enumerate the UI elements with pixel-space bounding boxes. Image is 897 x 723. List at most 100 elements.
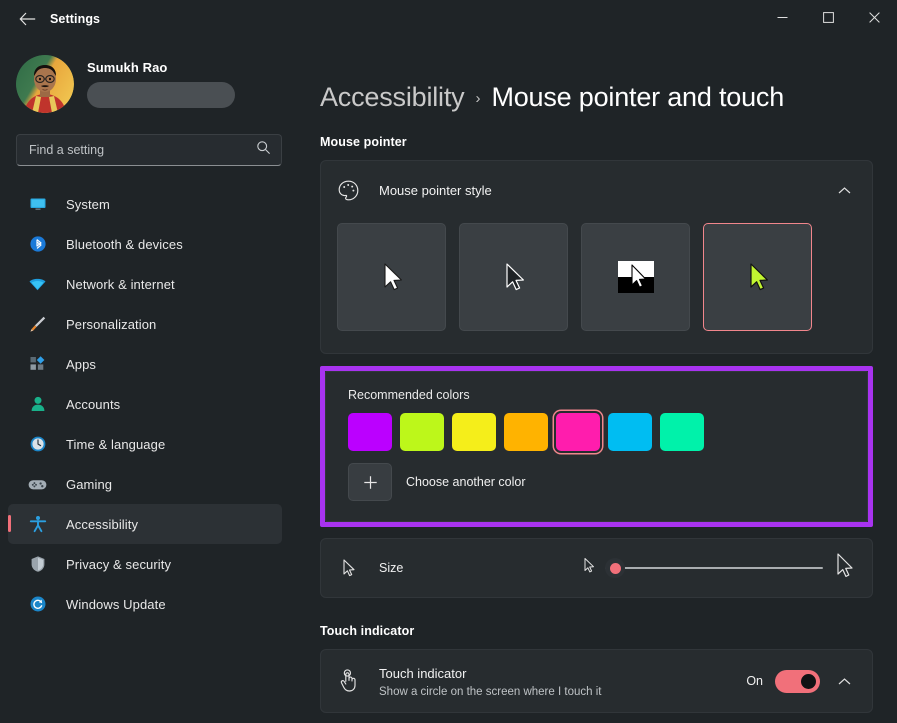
mouse-pointer-style-card: Mouse pointer style <box>320 160 873 354</box>
search-icon <box>256 140 271 160</box>
page-title: Mouse pointer and touch <box>491 82 784 113</box>
apps-icon <box>28 355 47 374</box>
color-swatch-spring-green[interactable] <box>660 413 704 451</box>
sidebar: Sumukh Rao <box>0 38 298 723</box>
section-title-touch-indicator: Touch indicator <box>320 624 897 638</box>
slider-thumb[interactable] <box>605 558 625 578</box>
back-button[interactable] <box>8 4 46 34</box>
color-swatch-yellow[interactable] <box>452 413 496 451</box>
account-name: Sumukh Rao <box>87 60 235 75</box>
touch-indicator-state-label: On <box>746 674 763 688</box>
sidebar-item-label: Gaming <box>66 477 112 492</box>
sidebar-item-bluetooth-devices[interactable]: Bluetooth & devices <box>8 224 282 264</box>
chevron-up-icon[interactable] <box>832 677 856 686</box>
maximize-button[interactable] <box>805 0 851 38</box>
mouse-pointer-style-label: Mouse pointer style <box>379 183 832 198</box>
sidebar-item-accessibility[interactable]: Accessibility <box>8 504 282 544</box>
color-swatch-sky-blue[interactable] <box>608 413 652 451</box>
plus-icon[interactable] <box>348 463 392 501</box>
account-email-redacted <box>87 82 235 108</box>
sidebar-item-privacy-security[interactable]: Privacy & security <box>8 544 282 584</box>
slider-track <box>605 567 823 570</box>
pointer-style-options <box>321 219 872 353</box>
color-swatch-lime[interactable] <box>400 413 444 451</box>
sidebar-item-label: Accessibility <box>66 517 138 532</box>
section-title-mouse-pointer: Mouse pointer <box>320 135 897 149</box>
pointer-style-inverted[interactable] <box>581 223 690 331</box>
app-title: Settings <box>50 12 100 26</box>
gamepad-icon <box>28 475 47 494</box>
breadcrumb: Accessibility › Mouse pointer and touch <box>320 82 897 113</box>
color-swatch-list <box>326 402 867 451</box>
sidebar-item-label: Personalization <box>66 317 156 332</box>
sidebar-item-accounts[interactable]: Accounts <box>8 384 282 424</box>
touch-indicator-card: Touch indicator Show a circle on the scr… <box>320 649 873 713</box>
annotation-highlight-recommended-colors: Recommended colors Ch <box>320 366 873 527</box>
choose-another-color-label: Choose another color <box>406 475 526 489</box>
window-controls <box>759 0 897 38</box>
pointer-style-white[interactable] <box>337 223 446 331</box>
pointer-size-slider-area <box>581 551 856 586</box>
sidebar-item-label: Privacy & security <box>66 557 171 572</box>
color-swatch-magenta[interactable] <box>348 413 392 451</box>
pointer-size-label: Size <box>379 561 403 575</box>
clock-icon <box>28 435 47 454</box>
wifi-icon <box>28 275 47 294</box>
back-arrow-icon <box>19 12 36 26</box>
choose-another-color-row[interactable]: Choose another color <box>326 451 867 521</box>
account-block[interactable]: Sumukh Rao <box>0 44 298 118</box>
sidebar-item-apps[interactable]: Apps <box>8 344 282 384</box>
pointer-style-black[interactable] <box>459 223 568 331</box>
monitor-icon <box>28 195 47 214</box>
paintbrush-icon <box>28 315 47 334</box>
recommended-colors-title: Recommended colors <box>326 372 867 402</box>
main-content: Accessibility › Mouse pointer and touch … <box>298 38 897 723</box>
sidebar-item-label: Apps <box>66 357 96 372</box>
sidebar-item-gaming[interactable]: Gaming <box>8 464 282 504</box>
minimize-button[interactable] <box>759 0 805 38</box>
sidebar-nav: System Bluetooth & devices <box>0 184 298 624</box>
breadcrumb-parent[interactable]: Accessibility <box>320 82 464 113</box>
recommended-colors-card: Recommended colors Ch <box>325 371 868 522</box>
account-text: Sumukh Rao <box>87 60 235 108</box>
pointer-size-card: Size <box>320 538 873 598</box>
sidebar-item-system[interactable]: System <box>8 184 282 224</box>
sidebar-item-network-internet[interactable]: Network & internet <box>8 264 282 304</box>
sidebar-item-label: Accounts <box>66 397 120 412</box>
shield-icon <box>28 555 47 574</box>
touch-hand-icon <box>335 669 361 693</box>
chevron-up-icon[interactable] <box>832 186 856 195</box>
sidebar-item-label: Time & language <box>66 437 165 452</box>
sidebar-item-time-language[interactable]: Time & language <box>8 424 282 464</box>
color-swatch-hot-pink[interactable] <box>556 413 600 451</box>
pointer-size-row: Size <box>321 539 872 597</box>
sidebar-item-label: Bluetooth & devices <box>66 237 183 252</box>
cursor-small-icon <box>581 556 596 580</box>
title-bar: Settings <box>0 0 897 38</box>
maximize-icon <box>823 10 834 28</box>
close-icon <box>869 10 880 28</box>
mouse-pointer-style-header[interactable]: Mouse pointer style <box>321 161 872 219</box>
color-swatch-orange[interactable] <box>504 413 548 451</box>
search-input[interactable] <box>29 143 256 157</box>
minimize-icon <box>777 10 788 28</box>
close-button[interactable] <box>851 0 897 38</box>
touch-indicator-subtitle: Show a circle on the screen where I touc… <box>379 686 746 698</box>
sidebar-item-personalization[interactable]: Personalization <box>8 304 282 344</box>
person-icon <box>28 395 47 414</box>
cursor-large-icon <box>832 551 856 586</box>
sidebar-item-label: Windows Update <box>66 597 166 612</box>
pointer-size-slider[interactable] <box>605 558 823 578</box>
breadcrumb-separator: › <box>475 90 480 107</box>
sidebar-item-label: System <box>66 197 110 212</box>
accessibility-icon <box>28 515 47 534</box>
touch-indicator-title: Touch indicator <box>379 666 466 681</box>
sidebar-item-windows-update[interactable]: Windows Update <box>8 584 282 624</box>
search-box[interactable] <box>16 134 282 166</box>
touch-indicator-text: Touch indicator Show a circle on the scr… <box>379 665 746 698</box>
palette-icon <box>335 177 361 203</box>
cursor-small-icon <box>335 557 361 579</box>
avatar <box>16 55 74 113</box>
pointer-style-custom[interactable] <box>703 223 812 331</box>
touch-indicator-toggle[interactable] <box>775 670 820 693</box>
